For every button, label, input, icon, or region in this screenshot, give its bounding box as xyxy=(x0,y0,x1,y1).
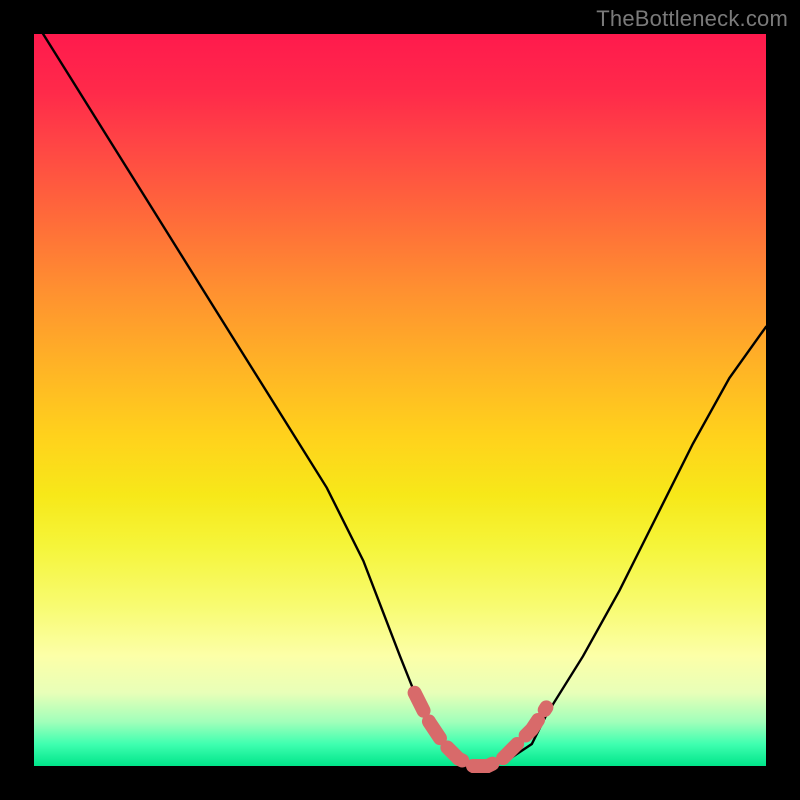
watermark-text: TheBottleneck.com xyxy=(596,6,788,32)
curve-overlay xyxy=(34,34,766,766)
bottleneck-curve xyxy=(34,19,766,766)
optimal-zone-marker xyxy=(415,693,547,766)
plot-area xyxy=(34,34,766,766)
chart-frame: TheBottleneck.com xyxy=(0,0,800,800)
